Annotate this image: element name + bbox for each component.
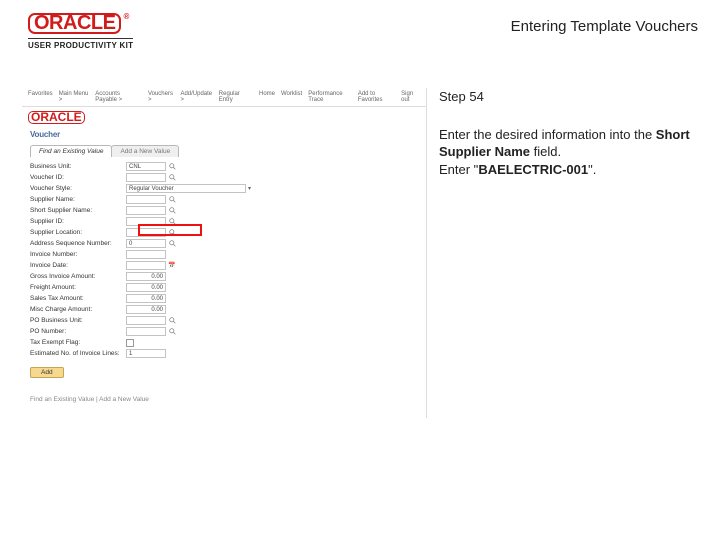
section-title: Voucher [30, 130, 418, 139]
form-row: Supplier Location: [30, 227, 418, 238]
text-input[interactable]: 0.00 [126, 272, 166, 281]
form-row: Short Supplier Name: [30, 205, 418, 216]
calendar-icon[interactable]: 📅 [168, 262, 175, 269]
text-input[interactable] [126, 173, 166, 182]
add-button[interactable]: Add [30, 367, 64, 378]
instruction-line2-lead: Enter " [439, 162, 478, 177]
text-input[interactable] [126, 228, 166, 237]
nav-favorites[interactable]: Favorites [28, 91, 53, 103]
nav-perf-trace[interactable]: Performance Trace [308, 91, 352, 103]
text-input[interactable]: CNL [126, 162, 166, 171]
chevron-down-icon[interactable]: ▾ [248, 185, 251, 192]
form-row: Supplier ID: [30, 216, 418, 227]
tab-find-existing[interactable]: Find an Existing Value [30, 145, 112, 157]
form-label: Tax Exempt Flag: [30, 339, 126, 346]
form-label: Gross Invoice Amount: [30, 273, 126, 280]
step-label: Step 54 [439, 88, 698, 106]
oracle-logo-block: ORACLE® USER PRODUCTIVITY KIT [28, 12, 133, 50]
form-label: Business Unit: [30, 163, 126, 170]
form-label: PO Business Unit: [30, 317, 126, 324]
app-brand: ORACLE [22, 107, 426, 124]
form-row: Business Unit:CNL [30, 161, 418, 172]
nav-ap[interactable]: Accounts Payable > [95, 91, 142, 103]
form-row: Freight Amount:0.00 [30, 282, 418, 293]
instruction-text: Enter the desired information into the S… [439, 126, 698, 179]
form-label: Address Sequence Number: [30, 240, 126, 247]
form-label: PO Number: [30, 328, 126, 335]
form-label: Sales Tax Amount: [30, 295, 126, 302]
form-row: Gross Invoice Amount:0.00 [30, 271, 418, 282]
form-row: Address Sequence Number:0 [30, 238, 418, 249]
nav-addupdate[interactable]: Add/Update > [180, 91, 212, 103]
instruction-line1: Enter the desired information into the [439, 127, 656, 142]
search-icon[interactable] [168, 229, 176, 237]
nav-sign-out[interactable]: Sign out [401, 91, 420, 103]
nav-home[interactable]: Home [259, 91, 275, 103]
search-icon[interactable] [168, 163, 176, 171]
logo-subheading: USER PRODUCTIVITY KIT [28, 38, 133, 50]
form-label: Supplier Name: [30, 196, 126, 203]
nav-main-menu[interactable]: Main Menu > [59, 91, 90, 103]
tab-strip: Find an Existing Value Add a New Value [30, 145, 418, 157]
form-row: Sales Tax Amount:0.00 [30, 293, 418, 304]
search-icon[interactable] [168, 328, 176, 336]
search-icon[interactable] [168, 174, 176, 182]
short-supplier-name-input[interactable] [126, 206, 166, 215]
search-icon[interactable] [168, 240, 176, 248]
checkbox-input[interactable] [126, 339, 134, 347]
form-label: Estimated No. of Invoice Lines: [30, 350, 126, 357]
text-input[interactable]: 0 [126, 239, 166, 248]
text-input[interactable] [126, 316, 166, 325]
nav-worklist[interactable]: Worklist [281, 91, 302, 103]
form-label: Invoice Number: [30, 251, 126, 258]
form-row: Invoice Number: [30, 249, 418, 260]
form-row: Estimated No. of Invoice Lines:1 [30, 348, 418, 359]
text-input[interactable]: Regular Voucher [126, 184, 246, 193]
application-screenshot: Favorites Main Menu > Accounts Payable >… [22, 88, 427, 418]
text-input[interactable] [126, 250, 166, 259]
page-title: Entering Template Vouchers [511, 18, 698, 35]
search-icon[interactable] [168, 196, 176, 204]
form-label: Invoice Date: [30, 262, 126, 269]
form-row: Voucher Style:Regular Voucher▾ [30, 183, 418, 194]
form-label: Supplier ID: [30, 218, 126, 225]
search-icon[interactable] [168, 218, 176, 226]
form-row: PO Number: [30, 326, 418, 337]
instruction-value: BAELECTRIC-001 [478, 162, 588, 177]
trademark-symbol: ® [123, 12, 128, 21]
form-label: Short Supplier Name: [30, 207, 126, 214]
nav-add-fav[interactable]: Add to Favorites [358, 91, 395, 103]
nav-vouchers[interactable]: Vouchers > [148, 91, 174, 103]
form-row: PO Business Unit: [30, 315, 418, 326]
footer-links[interactable]: Find an Existing Value | Add a New Value [30, 396, 418, 403]
text-input[interactable]: 1 [126, 349, 166, 358]
nav-regular-entry[interactable]: Regular Entry [219, 91, 251, 103]
instruction-panel: Step 54 Enter the desired information in… [439, 88, 698, 540]
form-label: Supplier Location: [30, 229, 126, 236]
oracle-logo: ORACLE® [28, 12, 133, 35]
form-row: Tax Exempt Flag: [30, 337, 418, 348]
text-input[interactable] [126, 327, 166, 336]
form-label: Misc Charge Amount: [30, 306, 126, 313]
instruction-line2-tail: ". [588, 162, 596, 177]
form-row: Supplier Name: [30, 194, 418, 205]
text-input[interactable] [126, 217, 166, 226]
text-input[interactable] [126, 261, 166, 270]
text-input[interactable]: 0.00 [126, 283, 166, 292]
search-icon[interactable] [168, 317, 176, 325]
form-label: Freight Amount: [30, 284, 126, 291]
text-input[interactable] [126, 195, 166, 204]
tab-add-new[interactable]: Add a New Value [111, 145, 179, 157]
form-row: Voucher ID: [30, 172, 418, 183]
form-row: Misc Charge Amount:0.00 [30, 304, 418, 315]
search-icon[interactable] [168, 207, 176, 215]
form-row: Invoice Date: 📅 [30, 260, 418, 271]
text-input[interactable]: 0.00 [126, 305, 166, 314]
text-input[interactable]: 0.00 [126, 294, 166, 303]
instruction-line1-tail: field. [530, 144, 561, 159]
form-label: Voucher Style: [30, 185, 126, 192]
form-label: Voucher ID: [30, 174, 126, 181]
breadcrumb: Favorites Main Menu > Accounts Payable >… [22, 88, 426, 107]
